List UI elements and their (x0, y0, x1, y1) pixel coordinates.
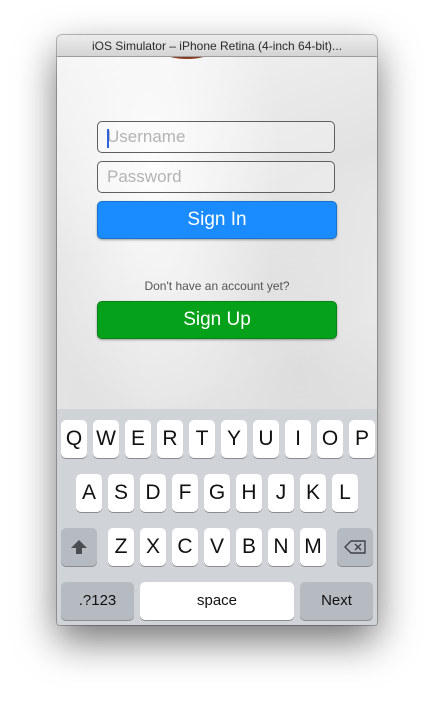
backspace-icon (344, 540, 366, 554)
key-b[interactable]: B (236, 528, 262, 566)
text-caret (107, 129, 109, 148)
key-s[interactable]: S (108, 474, 134, 512)
next-key[interactable]: Next (300, 582, 373, 620)
key-f[interactable]: F (172, 474, 198, 512)
sign-in-button[interactable]: Sign In (97, 201, 337, 239)
window-titlebar[interactable]: iOS Simulator – iPhone Retina (4-inch 64… (57, 35, 377, 57)
key-z[interactable]: Z (108, 528, 134, 566)
username-field[interactable] (97, 121, 335, 153)
key-u[interactable]: U (253, 420, 279, 458)
key-d[interactable]: D (140, 474, 166, 512)
username-input[interactable] (98, 122, 334, 152)
key-m[interactable]: M (300, 528, 326, 566)
key-n[interactable]: N (268, 528, 294, 566)
key-l[interactable]: L (332, 474, 358, 512)
key-y[interactable]: Y (221, 420, 247, 458)
shift-arrow-icon (71, 540, 87, 554)
password-field[interactable] (97, 161, 335, 193)
window-title: iOS Simulator – iPhone Retina (4-inch 64… (91, 39, 343, 53)
key-q[interactable]: Q (61, 420, 87, 458)
simulator-window: iOS Simulator – iPhone Retina (4-inch 64… (57, 35, 377, 625)
onscreen-keyboard: Q W E R T Y U I O P A S D F G H J K L Z … (57, 409, 377, 625)
delete-key[interactable] (337, 528, 373, 566)
key-h[interactable]: H (236, 474, 262, 512)
key-j[interactable]: J (268, 474, 294, 512)
shift-key[interactable] (61, 528, 97, 566)
key-w[interactable]: W (93, 420, 119, 458)
key-p[interactable]: P (349, 420, 375, 458)
key-g[interactable]: G (204, 474, 230, 512)
app-logo-icon (170, 57, 204, 59)
key-v[interactable]: V (204, 528, 230, 566)
space-key[interactable]: space (140, 582, 294, 620)
phone-screen: Sign In Don't have an account yet? Sign … (57, 57, 377, 625)
key-o[interactable]: O (317, 420, 343, 458)
key-t[interactable]: T (189, 420, 215, 458)
key-e[interactable]: E (125, 420, 151, 458)
key-r[interactable]: R (157, 420, 183, 458)
key-a[interactable]: A (76, 474, 102, 512)
sign-up-button[interactable]: Sign Up (97, 301, 337, 339)
key-i[interactable]: I (285, 420, 311, 458)
numbers-key[interactable]: .?123 (61, 582, 134, 620)
key-c[interactable]: C (172, 528, 198, 566)
no-account-label: Don't have an account yet? (144, 279, 290, 293)
key-x[interactable]: X (140, 528, 166, 566)
password-input[interactable] (98, 162, 334, 192)
key-k[interactable]: K (300, 474, 326, 512)
